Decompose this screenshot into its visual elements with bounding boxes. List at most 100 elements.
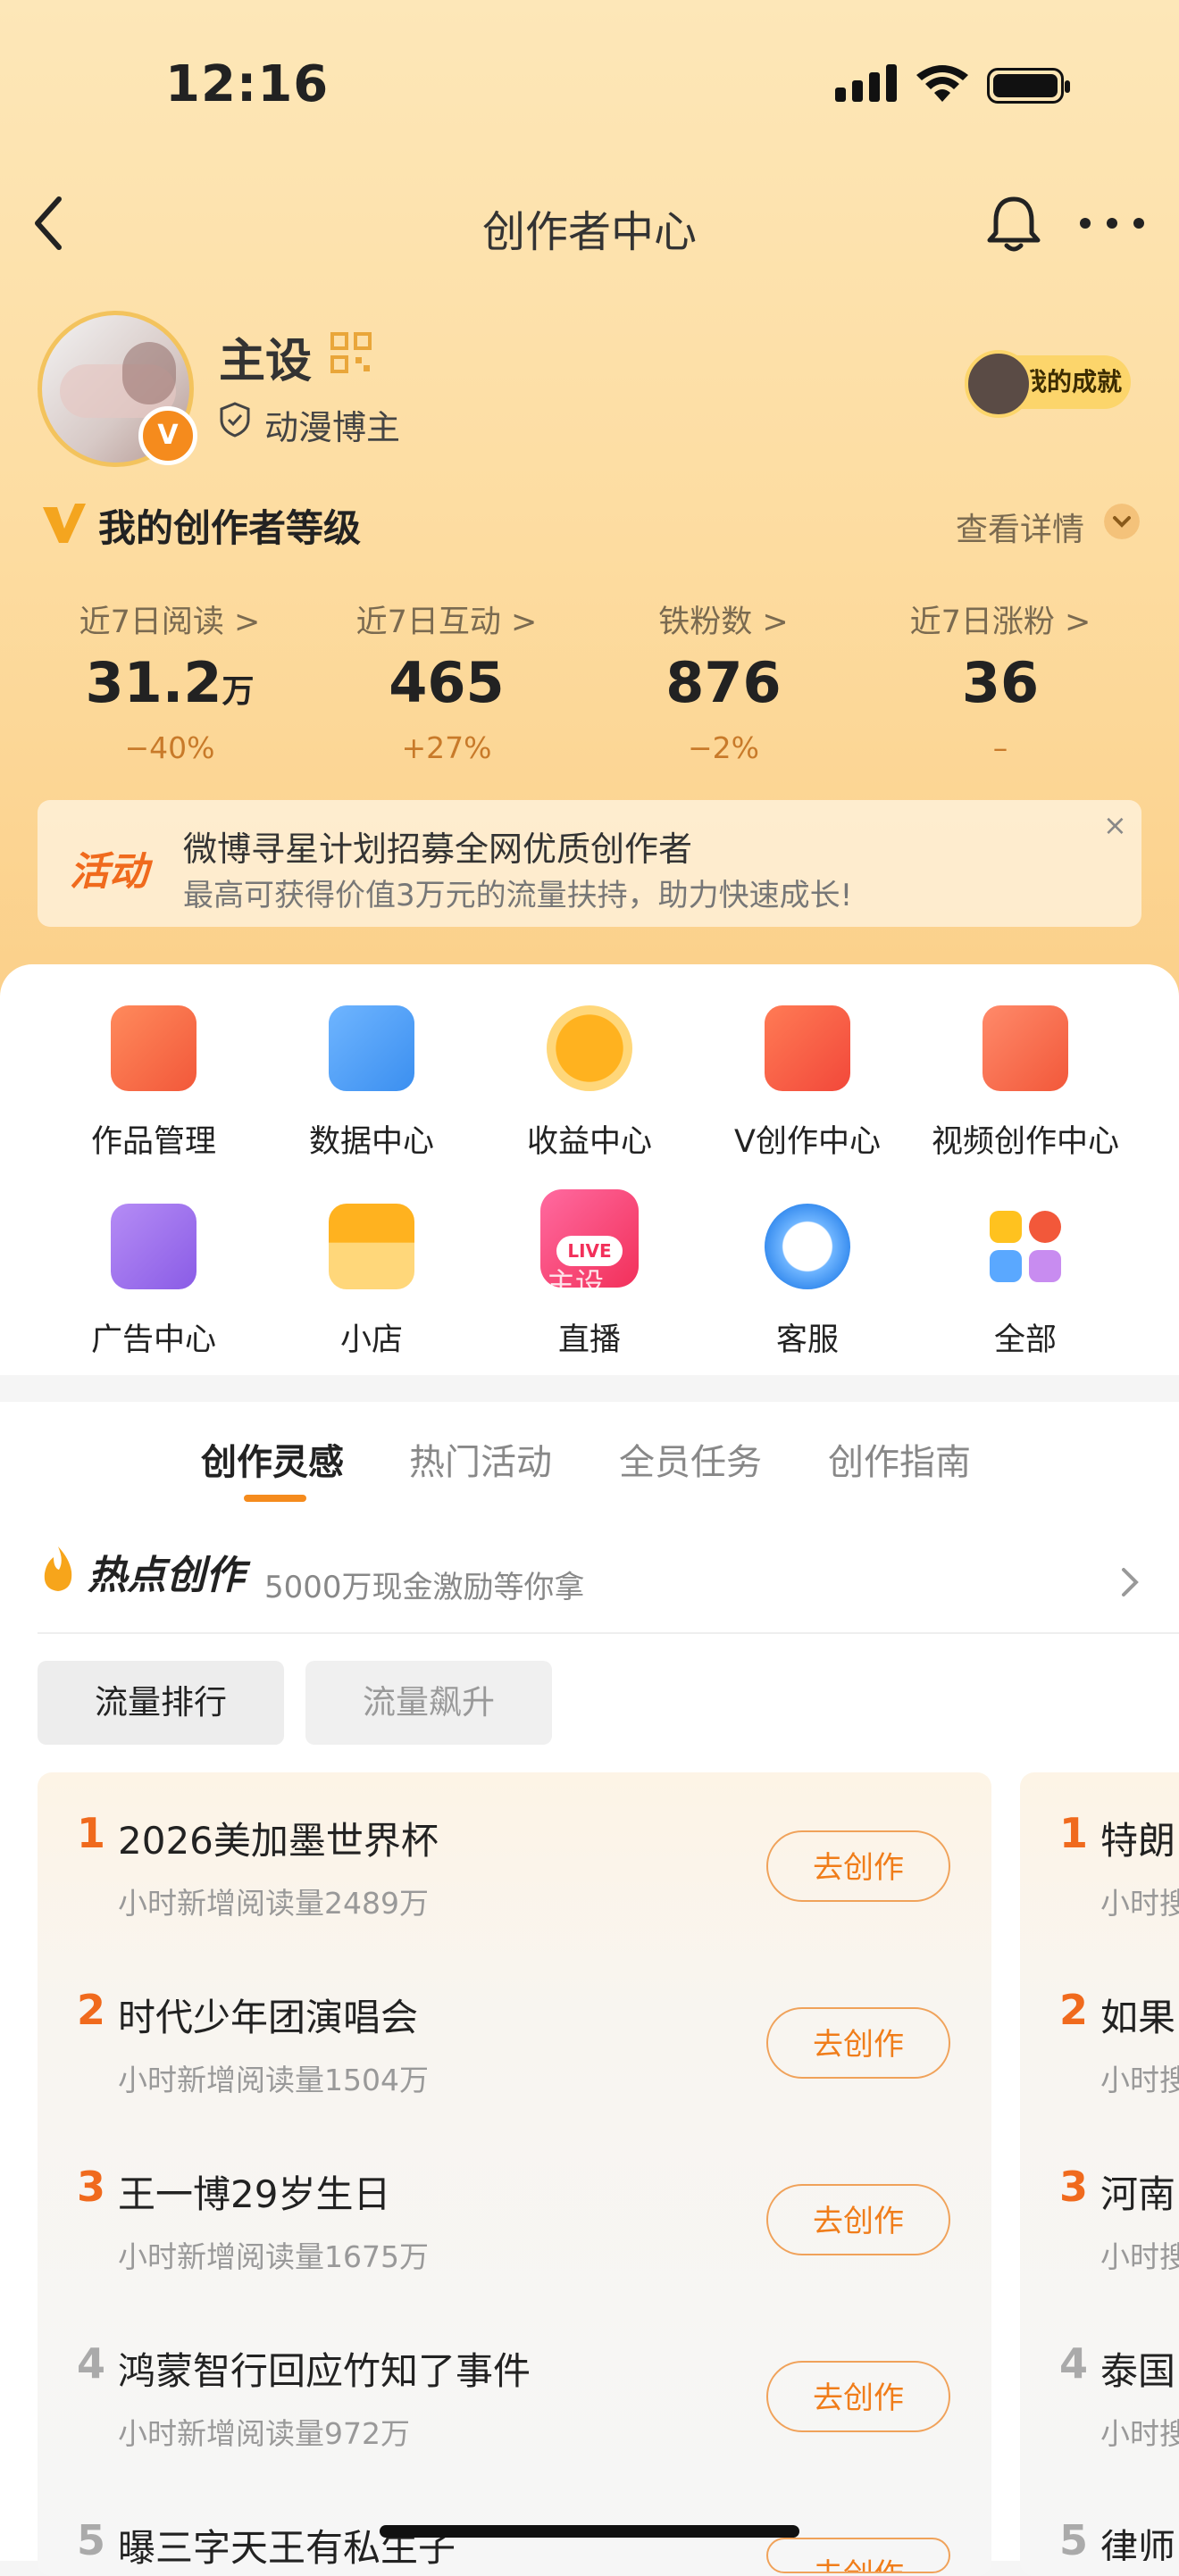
tool-all[interactable]: 全部 (916, 1204, 1134, 1360)
ranking-title[interactable]: 泰国 (1100, 2341, 1175, 2396)
rank-number: 1 (77, 1809, 106, 1857)
tool-shop[interactable]: 小店 (263, 1204, 481, 1360)
earnings-center-icon (547, 1005, 632, 1091)
ranking-subtitle: 小时新增阅读量2489万 (118, 1886, 429, 1921)
ranking-title[interactable]: 特朗 (1100, 1811, 1175, 1865)
tool-v-creation-center[interactable]: V创作中心 (698, 1005, 916, 1162)
go-create-button[interactable]: 去创作 (766, 2007, 950, 2079)
ranking-subtitle: 小时搜 (1100, 2063, 1179, 2097)
ranking-subtitle: 小时搜 (1100, 2416, 1179, 2451)
verified-badge: V (138, 406, 197, 465)
ranking-subtitle: 小时新增阅读量1675万 (118, 2239, 429, 2274)
rank-number: 4 (1059, 2339, 1089, 2388)
stat-label-new-fans[interactable]: 近7日涨粉 > (853, 596, 1148, 642)
user-tag: 动漫博主 (264, 408, 401, 447)
tool-label: 直播 (557, 1322, 621, 1358)
tool-label: 收益中心 (526, 1124, 652, 1160)
active-tab-indicator (244, 1495, 306, 1502)
tab-hot-activities[interactable]: 热门活动 (409, 1433, 552, 1485)
rank-number: 3 (77, 2163, 106, 2211)
watermark: @主设 (518, 1266, 605, 1300)
user-name: 主设 (219, 335, 313, 388)
rank-number: 5 (1059, 2516, 1089, 2561)
ranking-title[interactable]: 如果 (1100, 1988, 1175, 2042)
level-title: 我的创作者等级 (98, 506, 362, 550)
tab-creation-inspiration[interactable]: 创作灵感 (201, 1433, 344, 1485)
works-management-icon (111, 1005, 196, 1091)
battery-icon (987, 68, 1070, 104)
stat-value-reads-unit: 万 (222, 673, 255, 710)
rank-number: 2 (77, 1986, 106, 2034)
go-create-button[interactable]: 去创作 (766, 2184, 950, 2255)
divider (38, 1632, 1179, 1634)
rank-number: 5 (77, 2516, 106, 2564)
ranking-title[interactable]: 律师 (1100, 2518, 1175, 2561)
level-detail-link[interactable]: 查看详情 (956, 504, 1084, 550)
chevron-right-icon[interactable] (1116, 1564, 1143, 1600)
go-create-button[interactable]: 去创作 (766, 2538, 950, 2573)
stat-label-reads[interactable]: 近7日阅读 > (22, 596, 317, 642)
stat-label-fans[interactable]: 铁粉数 > (576, 596, 871, 642)
stat-change-new-fans: – (992, 730, 1008, 765)
rank-number: 1 (1059, 1809, 1089, 1857)
tab-all-member-tasks[interactable]: 全员任务 (619, 1433, 762, 1485)
ranking-subtitle: 小时搜 (1100, 2239, 1179, 2274)
tool-label: V创作中心 (734, 1124, 881, 1160)
stat-change-interactions: +27% (401, 730, 492, 765)
status-time: 12:16 (165, 55, 330, 113)
tool-data-center[interactable]: 数据中心 (263, 1005, 481, 1162)
stat-value-reads-number: 31.2 (85, 650, 222, 715)
stat-change-fans: −2% (687, 730, 759, 765)
tool-label: 数据中心 (308, 1124, 434, 1160)
chip-traffic-surge[interactable]: 流量飙升 (305, 1661, 552, 1745)
tool-earnings-center[interactable]: 收益中心 (481, 1005, 698, 1162)
signal-icon (835, 64, 897, 102)
level-v-icon (43, 504, 86, 543)
rank-number: 3 (1059, 2163, 1089, 2211)
ranking-title[interactable]: 河南 (1100, 2164, 1175, 2219)
tool-label: 视频创作中心 (931, 1124, 1119, 1160)
stat-value-interactions: 465 (389, 650, 505, 715)
video-creation-center-icon (982, 1005, 1068, 1091)
banner-title: 微博寻星计划招募全网优质创作者 (183, 829, 693, 869)
tool-ad-center[interactable]: 广告中心 (45, 1204, 263, 1360)
chevron-down-icon[interactable] (1104, 504, 1140, 539)
stat-change-reads: −40% (124, 730, 215, 765)
qr-code-icon[interactable] (330, 332, 372, 373)
stat-value-fans: 876 (665, 650, 782, 715)
close-icon[interactable]: × (1103, 808, 1127, 842)
more-icon[interactable] (1076, 214, 1148, 232)
banner-tag: 活动 (70, 849, 148, 895)
bell-icon[interactable] (982, 192, 1045, 254)
ranking-subtitle: 小时新增阅读量1504万 (118, 2063, 429, 2097)
tool-label: 广告中心 (90, 1322, 216, 1358)
tool-customer-service[interactable]: 客服 (698, 1204, 916, 1360)
secondary-ranking-clip: 1 特朗 小时搜 2 如果 小时搜 3 河南 小时搜 4 泰国 小时搜 5 律师 (1020, 1772, 1179, 2561)
tool-video-creation-center[interactable]: 视频创作中心 (916, 1005, 1134, 1162)
ranking-title[interactable]: 王一博29岁生日 (118, 2164, 390, 2219)
tool-label: 作品管理 (90, 1124, 216, 1160)
go-create-button[interactable]: 去创作 (766, 2361, 950, 2432)
home-indicator (380, 2525, 799, 2538)
hot-creation-title: 热点创作 (88, 1553, 245, 1598)
tab-creation-guide[interactable]: 创作指南 (828, 1433, 971, 1485)
chip-traffic-ranking[interactable]: 流量排行 (38, 1661, 284, 1745)
rank-number: 4 (77, 2339, 106, 2388)
tool-label: 小店 (339, 1322, 403, 1358)
customer-service-icon (765, 1204, 850, 1289)
ranking-title[interactable]: 鸿蒙智行回应竹知了事件 (118, 2341, 531, 2396)
tool-works-management[interactable]: 作品管理 (45, 1005, 263, 1162)
achievement-label: 我的成就 (1022, 367, 1123, 396)
v-creation-center-icon (765, 1005, 850, 1091)
wifi-icon (916, 65, 968, 102)
ranking-title[interactable]: 时代少年团演唱会 (118, 1988, 418, 2042)
tool-label: 客服 (775, 1322, 839, 1358)
fire-icon (44, 1546, 72, 1591)
tool-label: 全部 (993, 1322, 1057, 1358)
stat-label-interactions[interactable]: 近7日互动 > (299, 596, 594, 642)
ranking-title[interactable]: 2026美加墨世界杯 (118, 1811, 439, 1865)
ranking-subtitle: 小时新增阅读量972万 (118, 2416, 410, 2451)
hot-creation-subtitle: 5000万现金激励等你拿 (264, 1570, 585, 1605)
stat-value-reads: 31.2万 (22, 650, 317, 715)
go-create-button[interactable]: 去创作 (766, 1830, 950, 1902)
